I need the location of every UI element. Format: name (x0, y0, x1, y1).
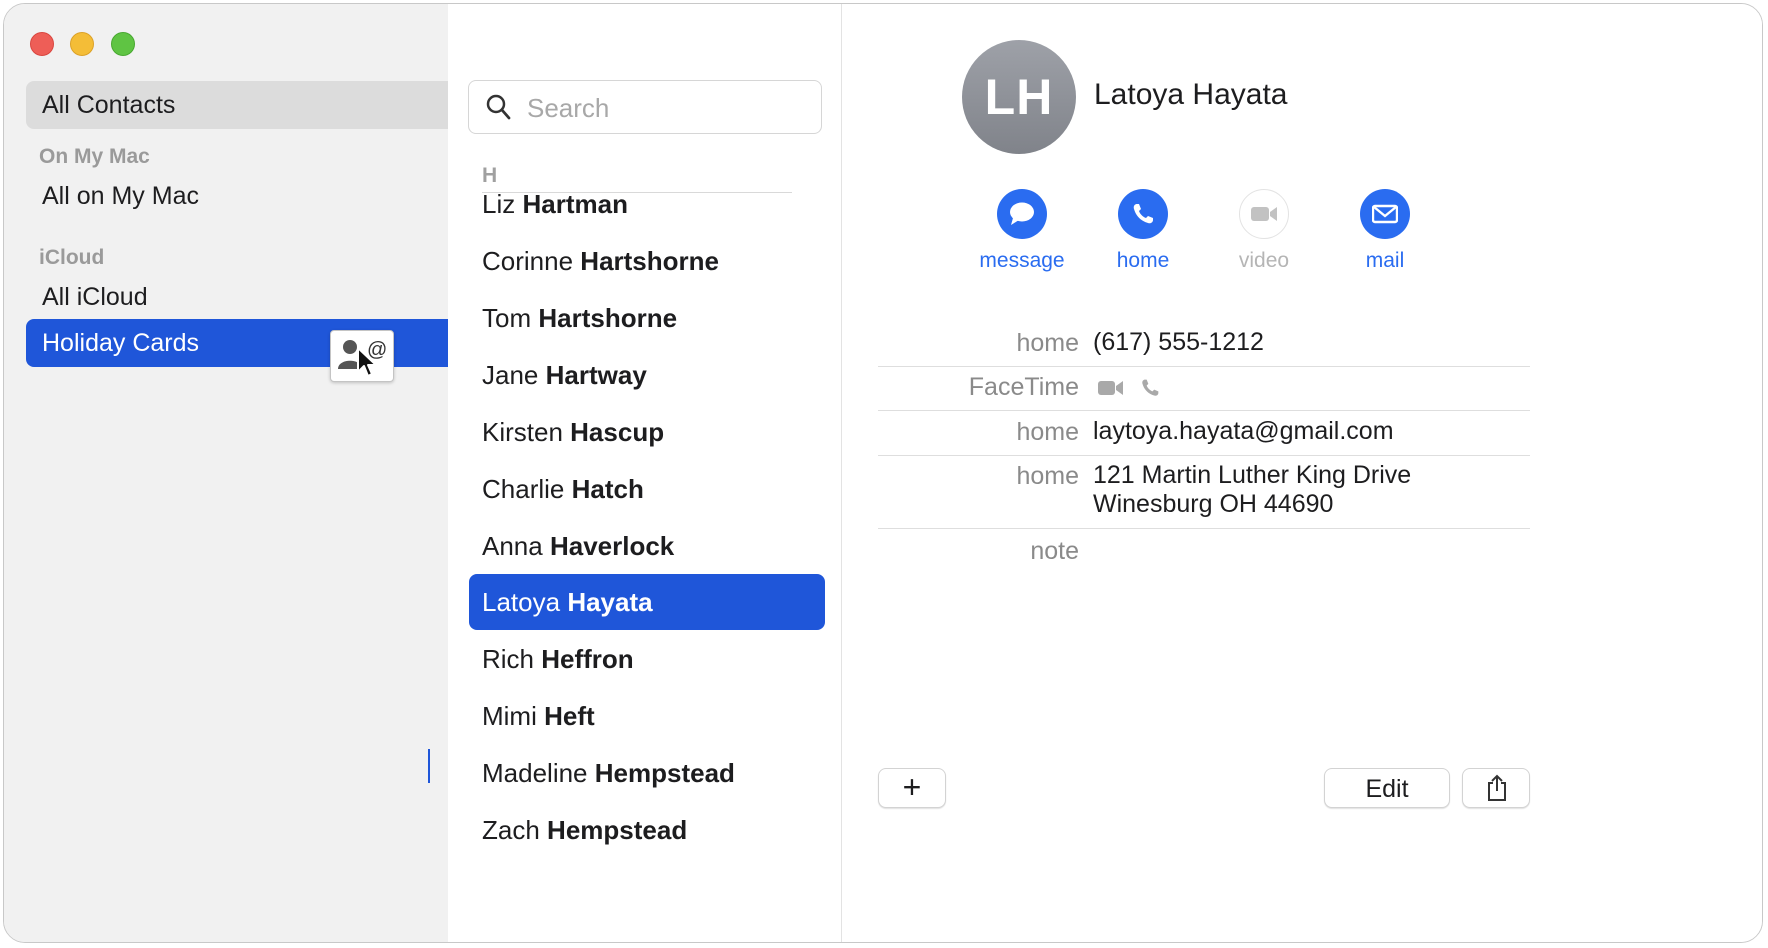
email-value[interactable]: laytoya.hayata@gmail.com (1093, 415, 1394, 448)
facetime-video-icon[interactable] (1097, 378, 1125, 403)
search-icon (485, 93, 511, 126)
call-home-action[interactable]: home (1083, 189, 1203, 273)
field-divider (878, 366, 1530, 367)
contacts-window: All Contacts On My Mac All on My Mac iCl… (3, 3, 1763, 943)
contact-row[interactable]: Jane Hartway (469, 343, 823, 407)
contact-row[interactable]: Mimi Heft (469, 684, 823, 748)
field-divider (878, 455, 1530, 456)
sidebar-header-icloud: iCloud (39, 246, 105, 269)
facetime-audio-icon[interactable] (1140, 378, 1160, 403)
phone-field-label: home (1016, 329, 1079, 357)
phone-icon[interactable] (1118, 189, 1168, 239)
search-input[interactable] (525, 89, 849, 127)
field-divider (878, 528, 1530, 529)
share-button[interactable] (1462, 768, 1530, 808)
mail-label: mail (1365, 249, 1405, 272)
contact-row[interactable]: Rich Heffron (469, 627, 823, 691)
email-field-label: home (1016, 418, 1079, 446)
sidebar-item-all-on-my-mac[interactable]: All on My Mac (26, 172, 486, 220)
zoom-window-button[interactable] (111, 32, 135, 56)
search-field[interactable] (468, 80, 849, 134)
video-icon (1239, 189, 1289, 239)
column-resize-indicator[interactable] (428, 749, 430, 783)
contact-name: Latoya Hayata (1094, 78, 1288, 111)
sidebar: All Contacts On My Mac All on My Mac iCl… (4, 4, 506, 942)
video-label: video (1238, 249, 1290, 272)
address-field-label: home (1016, 462, 1079, 490)
contact-detail-pane: LH Latoya Hayata message home video mail… (842, 4, 1762, 942)
sidebar-item-all-contacts[interactable]: All Contacts (26, 81, 486, 129)
message-label: message (979, 249, 1065, 272)
share-icon (1485, 774, 1509, 809)
contact-row[interactable]: Tom Hartshorne (469, 286, 823, 350)
contact-row[interactable]: Charlie Hatch (469, 457, 823, 521)
minimize-window-button[interactable] (70, 32, 94, 56)
contact-row[interactable]: Anna Haverlock (469, 514, 823, 578)
sidebar-item-all-icloud[interactable]: All iCloud (26, 273, 486, 321)
edit-button[interactable]: Edit (1324, 768, 1450, 808)
message-icon[interactable] (997, 189, 1047, 239)
pointer-cursor-icon (356, 346, 378, 385)
note-field-label: note (1030, 537, 1079, 565)
mail-action[interactable]: mail (1325, 189, 1445, 273)
contact-row[interactable]: Zach Hempstead (469, 798, 823, 862)
contact-row[interactable]: Liz Hartman (469, 172, 823, 236)
facetime-field-label: FaceTime (968, 373, 1079, 401)
contact-row-selected[interactable]: Latoya Hayata (469, 574, 825, 630)
sidebar-header-on-my-mac: On My Mac (39, 145, 150, 168)
sidebar-item-holiday-cards[interactable]: Holiday Cards (26, 319, 486, 367)
contact-row[interactable]: Kirsten Hascup (469, 400, 823, 464)
video-action: video (1204, 189, 1324, 273)
home-label: home (1116, 249, 1170, 272)
avatar: LH (962, 40, 1076, 154)
message-action[interactable]: message (962, 189, 1082, 273)
contacts-list-column: H Liz Hartman Corinne Hartshorne Tom Har… (448, 4, 849, 942)
phone-value[interactable]: (617) 555-1212 (1093, 326, 1264, 359)
close-window-button[interactable] (30, 32, 54, 56)
contact-row[interactable]: Madeline Hempstead (469, 741, 823, 805)
add-button[interactable]: + (878, 768, 946, 808)
contact-row[interactable]: Corinne Hartshorne (469, 229, 823, 293)
address-line-2[interactable]: Winesburg OH 44690 (1093, 488, 1333, 521)
field-divider (878, 410, 1530, 411)
mail-icon[interactable] (1360, 189, 1410, 239)
